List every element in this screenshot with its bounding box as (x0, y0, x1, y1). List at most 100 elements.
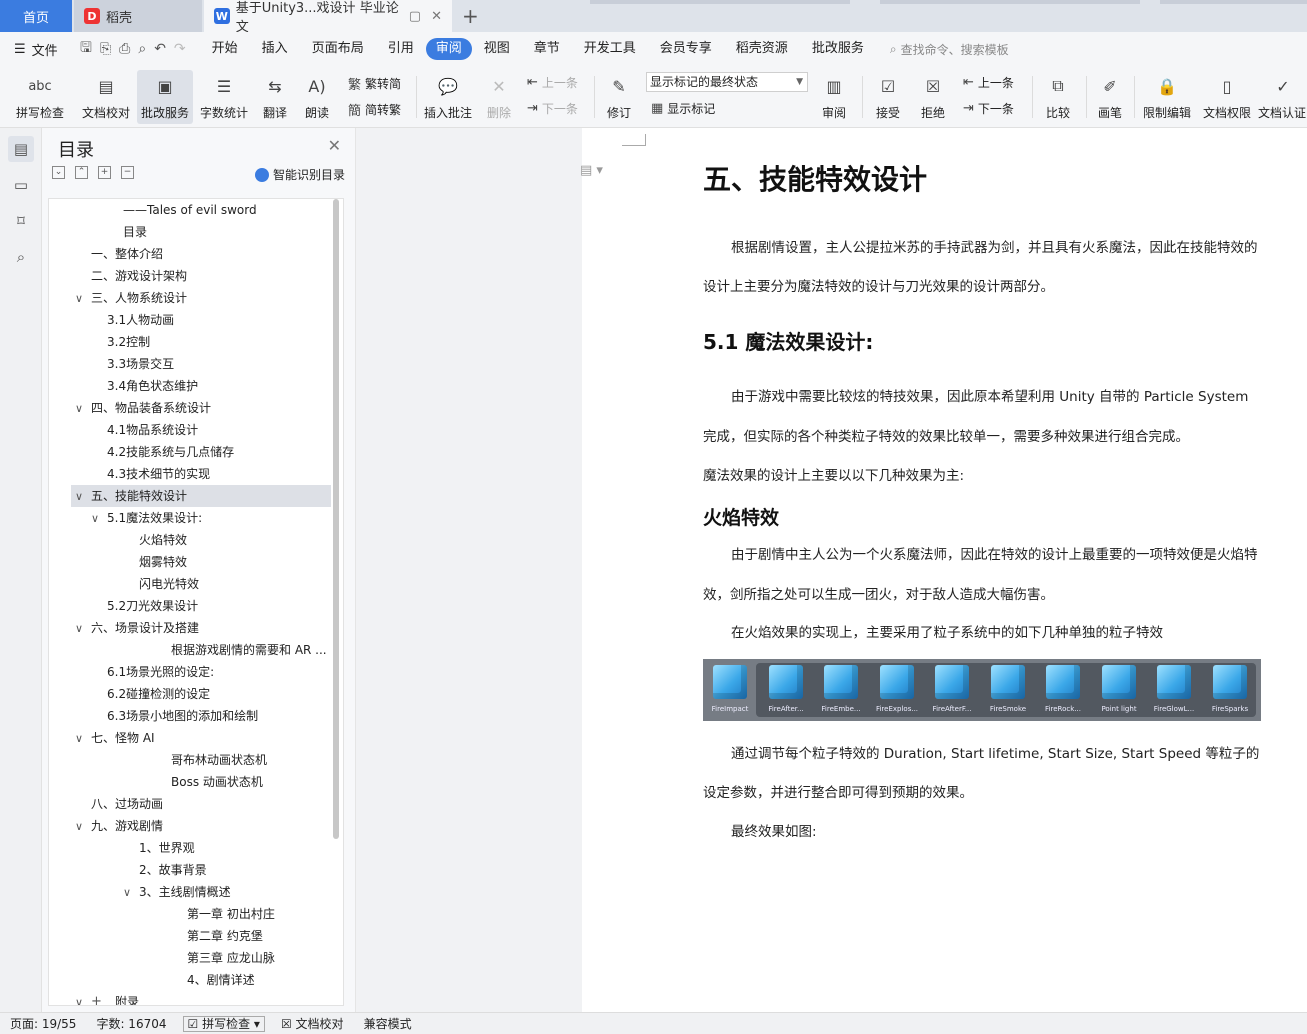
print-icon[interactable]: ⎙ (119, 41, 130, 57)
toc-item[interactable]: 闪电光特效 (139, 573, 199, 595)
reject-button[interactable]: ☒ 拒绝 (913, 70, 953, 124)
toc-item[interactable]: 6.1场景光照的设定: (107, 661, 214, 683)
word-count[interactable]: 字数: 16704 (86, 1015, 176, 1032)
proof-toggle[interactable]: ☒ 文档校对 (271, 1015, 354, 1032)
menu-view[interactable]: 视图 (472, 38, 522, 60)
toc-item[interactable]: 一、整体介绍 (91, 243, 163, 265)
toc-item[interactable]: 第二章 约克堡 (187, 925, 263, 947)
pin-icon[interactable]: ▢ (409, 9, 421, 24)
chevron-down-icon[interactable]: ∨ (75, 996, 83, 1005)
toc-item[interactable]: 根据游戏剧情的需要和 AR ... (171, 639, 331, 661)
toc-item[interactable]: 3、主线剧情概述 (139, 881, 231, 903)
toc-item[interactable]: 3.1人物动画 (107, 309, 174, 331)
toc-item[interactable]: 5.2刀光效果设计 (107, 595, 198, 617)
chevron-down-icon[interactable]: ∨ (75, 820, 83, 833)
menu-developer[interactable]: 开发工具 (572, 38, 648, 60)
next-change-button[interactable]: ⇥ 下一条 (963, 100, 1014, 117)
toc-item[interactable]: 七、怪物 AI (91, 727, 155, 749)
toc-item[interactable]: ——Tales of evil sword (123, 199, 257, 221)
toc-item[interactable]: 附录 (115, 991, 139, 1005)
collapse-icon[interactable]: − (121, 166, 134, 179)
menu-start[interactable]: 开始 (200, 38, 250, 60)
spell-check-button[interactable]: abc 拼写检查 (10, 70, 70, 124)
prev-change-button[interactable]: ⇤ 上一条 (963, 74, 1014, 91)
plus-icon[interactable]: + (91, 994, 102, 1005)
trad-to-simp-button[interactable]: 繁繁转简 (348, 74, 401, 93)
chapter-icon[interactable]: ▭ (8, 172, 34, 198)
prev-comment-button[interactable]: ⇤ 上一条 (527, 74, 578, 91)
translate-button[interactable]: ⇆ 翻译 (256, 70, 294, 124)
chevron-down-icon[interactable]: ∨ (75, 622, 83, 635)
track-changes-button[interactable]: ✎ 修订 (600, 70, 638, 124)
correct-service-button[interactable]: ▣ 批改服务 (137, 70, 193, 124)
tab-document[interactable]: W 基于Unity3...戏设计 毕业论文 ▢ ✕ (204, 0, 452, 35)
smart-toc-button[interactable]: 智能识别目录 (254, 166, 345, 183)
collapse-down-icon[interactable]: ⌄ (52, 166, 65, 179)
export-icon[interactable]: ⎘ (100, 41, 111, 57)
word-count-button[interactable]: ☰ 字数统计 (197, 70, 251, 124)
toc-item[interactable]: 3.4角色状态维护 (107, 375, 198, 397)
doc-permission-button[interactable]: ▯ 文档权限 (1200, 70, 1254, 124)
insert-comment-button[interactable]: 💬 插入批注 (422, 70, 474, 124)
toc-item[interactable]: 3.2控制 (107, 331, 150, 353)
menu-docer[interactable]: 稻壳资源 (724, 38, 800, 60)
toc-item[interactable]: 第三章 应龙山脉 (187, 947, 275, 969)
search-icon[interactable]: ⌕ (8, 244, 34, 270)
read-aloud-button[interactable]: A) 朗读 (299, 70, 335, 124)
spell-check-toggle[interactable]: ☑ 拼写检查 ▾ (182, 1015, 265, 1032)
show-markup-button[interactable]: ▦ 显示标记 (651, 100, 715, 117)
preview-icon[interactable]: ⌕ (138, 41, 146, 57)
pen-button[interactable]: ✐ 画笔 (1092, 70, 1128, 124)
page-indicator[interactable]: 页面: 19/55 (0, 1015, 86, 1032)
simp-to-trad-button[interactable]: 簡简转繁 (348, 100, 401, 119)
bookmark-icon[interactable]: ⌑ (8, 208, 34, 234)
toc-item[interactable]: 5.1魔法效果设计: (107, 507, 202, 529)
markup-select[interactable]: 显示标记的最终状态 ▼ (646, 72, 808, 92)
toc-item[interactable]: 火焰特效 (139, 529, 187, 551)
close-icon[interactable]: ✕ (328, 136, 341, 155)
chevron-down-icon[interactable]: ∨ (75, 402, 83, 415)
toc-item[interactable]: 4、剧情详述 (187, 969, 255, 991)
toc-item[interactable]: 6.3场景小地图的添加和绘制 (107, 705, 258, 727)
delete-comment-button[interactable]: ✕ 删除 (480, 70, 518, 124)
toc-item[interactable]: 哥布林动画状态机 (171, 749, 267, 771)
toc-item[interactable]: 三、人物系统设计 (91, 287, 187, 309)
compare-button[interactable]: ⧉ 比较 (1038, 70, 1078, 124)
toc-item-selected[interactable]: 五、技能特效设计 (71, 485, 331, 507)
redo-icon[interactable]: ↷ (174, 41, 186, 57)
collapse-up-icon[interactable]: ⌃ (75, 166, 88, 179)
doc-proof-button[interactable]: ▤ 文档校对 (78, 70, 134, 124)
toc-item[interactable]: 4.3技术细节的实现 (107, 463, 210, 485)
chevron-down-icon[interactable]: ∨ (123, 886, 131, 899)
expand-icon[interactable]: + (98, 166, 111, 179)
accept-button[interactable]: ☑ 接受 (868, 70, 908, 124)
toc-item[interactable]: 6.2碰撞检测的设定 (107, 683, 210, 705)
menu-review[interactable]: 审阅 (425, 38, 472, 60)
toc-item[interactable]: 烟雾特效 (139, 551, 187, 573)
toc-scrollbar[interactable] (333, 199, 339, 839)
toc-item[interactable]: 目录 (123, 221, 147, 243)
command-search[interactable]: ⌕ 查找命令、搜索模板 (890, 41, 1009, 58)
undo-icon[interactable]: ↶ (154, 41, 166, 57)
restrict-edit-button[interactable]: 🔒 限制编辑 (1140, 70, 1194, 124)
toc-item[interactable]: 二、游戏设计架构 (91, 265, 187, 287)
tab-home[interactable]: 首页 (0, 0, 72, 32)
chevron-down-icon[interactable]: ∨ (75, 292, 83, 305)
menu-correct[interactable]: 批改服务 (800, 38, 876, 60)
menu-reference[interactable]: 引用 (376, 38, 426, 60)
toc-item[interactable]: 3.3场景交互 (107, 353, 174, 375)
menu-insert[interactable]: 插入 (250, 38, 300, 60)
file-menu[interactable]: ☰ 文件 (0, 40, 72, 59)
review-pane-button[interactable]: ▥ 审阅 (814, 70, 854, 124)
close-icon[interactable]: ✕ (431, 9, 442, 24)
toc-item[interactable]: 六、场景设计及搭建 (91, 617, 199, 639)
chevron-down-icon[interactable]: ∨ (75, 490, 83, 503)
toc-item[interactable]: 第一章 初出村庄 (187, 903, 275, 925)
outline-icon[interactable]: ▤ ▾ (580, 163, 603, 178)
toc-item[interactable]: 1、世界观 (139, 837, 195, 859)
doc-cert-button[interactable]: ✓ 文档认证 (1258, 70, 1307, 124)
chevron-down-icon[interactable]: ∨ (75, 732, 83, 745)
chevron-down-icon[interactable]: ∨ (91, 512, 99, 525)
menu-chapter[interactable]: 章节 (522, 38, 572, 60)
toc-item[interactable]: 四、物品装备系统设计 (91, 397, 211, 419)
